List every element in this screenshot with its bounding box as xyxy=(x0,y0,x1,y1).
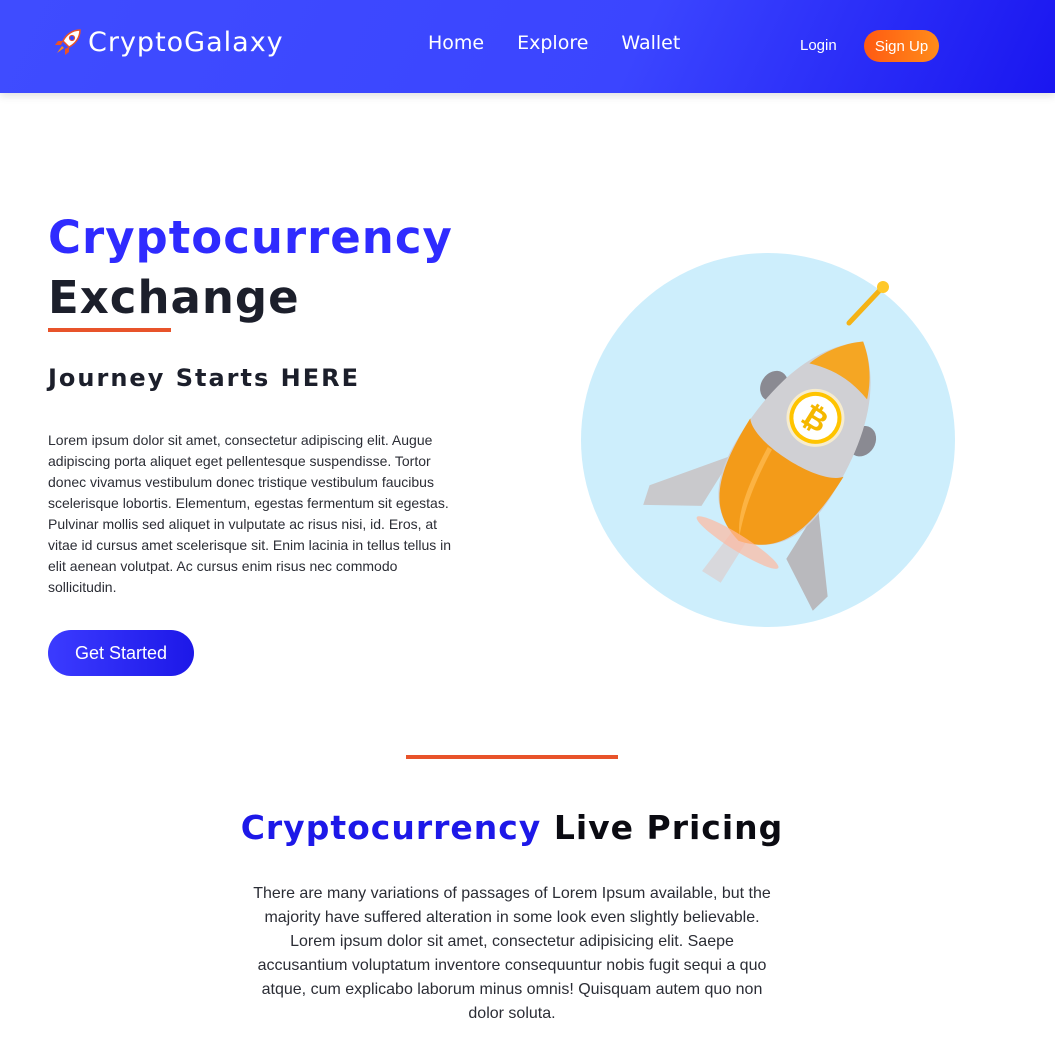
get-started-button[interactable]: Get Started xyxy=(48,630,194,676)
signup-button[interactable]: Sign Up xyxy=(864,30,939,62)
pricing-title-accent: Cryptocurrency xyxy=(240,808,542,847)
navbar: CryptoGalaxy Home Explore Wallet Login S… xyxy=(0,0,1055,93)
brand-name: CryptoGalaxy xyxy=(88,26,284,58)
nav-home[interactable]: Home xyxy=(428,32,484,54)
nav-links: Home Explore Wallet xyxy=(428,32,713,54)
hero-title-dark: Exchange xyxy=(48,271,300,324)
pricing-title: Cryptocurrency Live Pricing xyxy=(0,808,1024,847)
rocket-icon xyxy=(55,29,81,55)
hero-title: Cryptocurrency Exchange xyxy=(48,208,453,328)
hero-underline xyxy=(48,328,171,332)
login-link[interactable]: Login xyxy=(800,37,837,54)
nav-wallet[interactable]: Wallet xyxy=(621,32,680,54)
hero-paragraph: Lorem ipsum dolor sit amet, consectetur … xyxy=(48,432,452,595)
brand-logo[interactable]: CryptoGalaxy xyxy=(52,26,284,58)
pricing-title-dark: Live Pricing xyxy=(553,808,784,847)
rocket-bitcoin-illustration: ₿ xyxy=(581,253,955,627)
nav-explore[interactable]: Explore xyxy=(517,32,588,54)
section-divider xyxy=(406,755,618,759)
hero-subtitle: Journey Starts HERE xyxy=(48,364,360,392)
hero-title-accent: Cryptocurrency xyxy=(48,211,453,264)
pricing-paragraph: There are many variations of passages of… xyxy=(253,885,771,1022)
